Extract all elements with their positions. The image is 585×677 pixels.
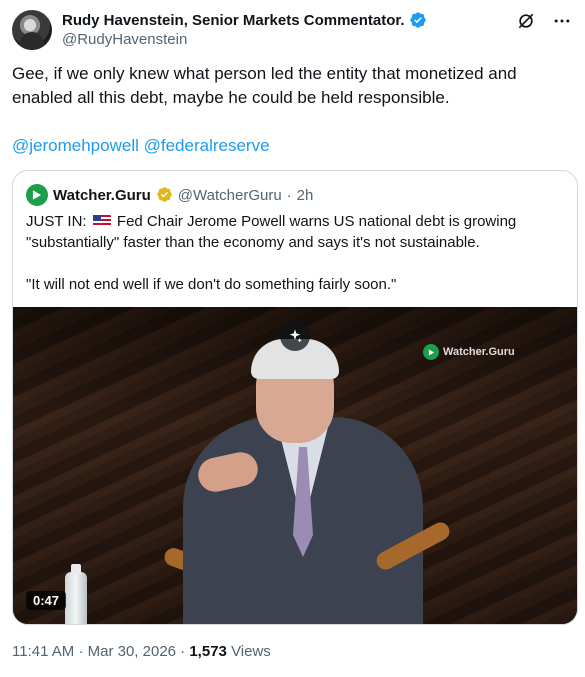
- video-watermark: Watcher.Guru: [423, 344, 515, 360]
- quoted-text-prefix: JUST IN:: [26, 213, 87, 230]
- verified-badge-icon[interactable]: [409, 11, 427, 29]
- tweet-mentions: @jeromehpowell @federalreserve: [12, 134, 572, 158]
- quoted-tweet-text: JUST IN: Fed Chair Jerome Powell warns U…: [26, 211, 566, 316]
- video-duration-badge: 0:47: [26, 591, 67, 610]
- quoted-text-paragraph-1: JUST IN: Fed Chair Jerome Powell warns U…: [26, 211, 566, 253]
- post-time[interactable]: 11:41 AM: [12, 643, 74, 660]
- footer-separator-2: ·: [180, 643, 186, 660]
- sparkle-icon[interactable]: [280, 321, 310, 351]
- author-name-row: Rudy Havenstein, Senior Markets Commenta…: [62, 11, 427, 29]
- gold-verified-badge-icon[interactable]: [156, 186, 173, 204]
- post-date[interactable]: Mar 30, 2026: [88, 643, 176, 660]
- quoted-author-avatar[interactable]: [26, 184, 48, 206]
- mention-link-jeromehpowell[interactable]: @jeromehpowell: [12, 136, 139, 155]
- header-actions: [515, 10, 573, 32]
- mention-link-federalreserve[interactable]: @federalreserve: [144, 136, 270, 155]
- tweet-body: Gee, if we only knew what person led the…: [12, 62, 572, 182]
- quoted-timestamp[interactable]: 2h: [297, 187, 314, 204]
- author-avatar[interactable]: [12, 10, 52, 50]
- tweet-header: Rudy Havenstein, Senior Markets Commenta…: [12, 10, 573, 54]
- watermark-text: Watcher.Guru: [443, 346, 515, 358]
- quoted-text-paragraph-2: "It will not end well if we don't do som…: [26, 276, 397, 293]
- tweet-footer: 11:41 AM · Mar 30, 2026 · 1,573 Views: [12, 643, 271, 660]
- quoted-author-handle[interactable]: @WatcherGuru: [178, 187, 282, 204]
- tweet-text: Gee, if we only knew what person led the…: [12, 64, 517, 107]
- quoted-meta-separator: ·: [286, 186, 292, 204]
- quoted-tweet-card[interactable]: Watcher.Guru @WatcherGuru · 2h JUST IN: …: [12, 170, 578, 625]
- views-count: 1,573: [189, 643, 227, 660]
- views-label: Views: [231, 643, 271, 660]
- author-display-name[interactable]: Rudy Havenstein, Senior Markets Commenta…: [62, 12, 405, 29]
- grok-icon[interactable]: [515, 10, 537, 32]
- watermark-logo-icon: [423, 344, 439, 360]
- quoted-tweet-header: Watcher.Guru @WatcherGuru · 2h: [26, 184, 313, 206]
- video-player[interactable]: Watcher.Guru 0:47: [13, 307, 577, 624]
- us-flag-icon: [92, 215, 111, 227]
- author-handle[interactable]: @RudyHavenstein: [62, 31, 187, 48]
- more-icon[interactable]: [551, 10, 573, 32]
- water-bottle-graphic: [65, 564, 87, 624]
- footer-separator-1: ·: [78, 643, 84, 660]
- quoted-author-display-name[interactable]: Watcher.Guru: [53, 187, 151, 204]
